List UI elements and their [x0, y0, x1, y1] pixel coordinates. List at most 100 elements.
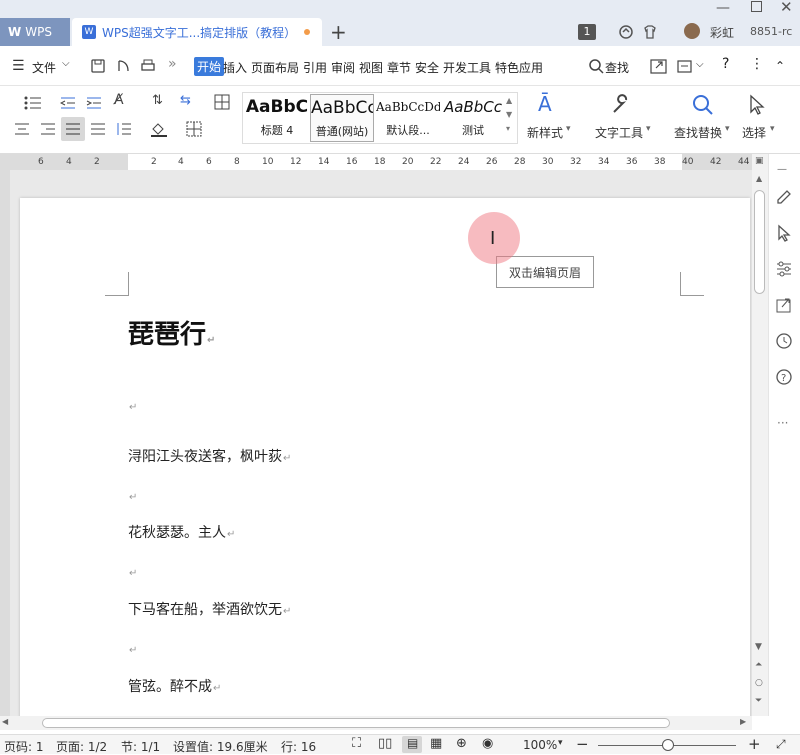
- style-normal-web[interactable]: AaBbCcI 普通(网站): [310, 94, 374, 142]
- skin-icon[interactable]: [642, 24, 658, 40]
- user-name[interactable]: 彩虹: [710, 24, 734, 41]
- prev-page-icon[interactable]: ⏶: [755, 660, 762, 670]
- eye-protection-icon[interactable]: ◉: [482, 736, 493, 751]
- scroll-right-icon[interactable]: ▶: [740, 717, 746, 726]
- align-center-icon[interactable]: [14, 122, 30, 136]
- status-page-count[interactable]: 页面: 1/2: [56, 738, 107, 755]
- select-cursor-icon[interactable]: [748, 94, 768, 116]
- next-page-icon[interactable]: ⏷: [755, 696, 762, 706]
- chevron-down-icon[interactable]: ⌵: [62, 58, 70, 69]
- menu-tab-developer[interactable]: 开发工具: [443, 59, 491, 76]
- document-paragraph[interactable]: 下马客在船，举酒欲饮无↵: [128, 599, 291, 619]
- document-title[interactable]: 琵琶行↵: [128, 314, 215, 351]
- pen-edit-icon[interactable]: [775, 188, 793, 206]
- find-replace-button[interactable]: 查找替换: [674, 124, 722, 141]
- page-view-button[interactable]: ▤: [402, 736, 422, 753]
- close-icon[interactable]: ✕: [780, 0, 793, 16]
- fit-page-icon[interactable]: ⤢: [776, 737, 786, 752]
- bullet-list-icon[interactable]: [24, 96, 42, 110]
- find-replace-icon[interactable]: [692, 94, 714, 116]
- more-panel-icon[interactable]: ···: [777, 416, 788, 430]
- more-options-button[interactable]: ⋮: [750, 56, 764, 72]
- document-paragraph[interactable]: 管弦。醉不成↵: [128, 676, 221, 696]
- history-icon[interactable]: [775, 332, 793, 350]
- vertical-scrollbar[interactable]: ▣ ▲ ▼ ⏶ ○ ⏷: [752, 154, 768, 716]
- shading-fill-icon[interactable]: [150, 121, 168, 137]
- fullscreen-icon[interactable]: ⛶: [352, 736, 361, 751]
- tab-document[interactable]: W WPS超强文字工...搞定排版（教程）: [72, 18, 322, 46]
- border-icon[interactable]: [186, 121, 202, 137]
- share-icon[interactable]: [650, 57, 668, 75]
- browse-object-icon[interactable]: ○: [755, 678, 763, 688]
- empty-paragraph[interactable]: ↵: [128, 488, 137, 504]
- document-paragraph[interactable]: 花秋瑟瑟。主人↵: [128, 522, 235, 542]
- line-wrap-icon[interactable]: ⇆: [180, 93, 191, 108]
- empty-paragraph[interactable]: ↵: [128, 398, 137, 414]
- zoom-in-button[interactable]: +: [748, 735, 761, 753]
- zoom-level[interactable]: 100%: [523, 738, 557, 752]
- search-icon[interactable]: [588, 58, 604, 74]
- export-pdf-icon[interactable]: [116, 58, 132, 74]
- horizontal-scrollbar[interactable]: ◀ ▶: [0, 716, 752, 730]
- style-heading4[interactable]: AaBbC 标题 4: [244, 94, 310, 142]
- collapse-ribbon-icon[interactable]: ⌃: [775, 59, 785, 73]
- settings-sliders-icon[interactable]: [775, 260, 793, 278]
- zoom-out-button[interactable]: −: [576, 735, 589, 753]
- chevron-down-icon[interactable]: ▾: [770, 124, 775, 134]
- status-page-number[interactable]: 页码: 1: [4, 738, 44, 755]
- panel-collapse-icon[interactable]: —: [777, 164, 787, 175]
- scroll-down-icon[interactable]: ▼: [755, 642, 762, 652]
- menu-tab-insert[interactable]: 插入: [223, 59, 247, 76]
- menu-tab-start[interactable]: 开始: [194, 57, 225, 76]
- chevron-down-icon[interactable]: ▾: [558, 738, 563, 748]
- maximize-icon[interactable]: [751, 1, 762, 12]
- align-right-icon[interactable]: [40, 122, 56, 136]
- vertical-ruler[interactable]: [0, 170, 10, 716]
- line-spacing-icon[interactable]: [116, 122, 132, 136]
- new-style-icon[interactable]: Ā: [538, 92, 552, 116]
- help-button[interactable]: ?: [722, 56, 729, 72]
- increase-indent-icon[interactable]: [86, 96, 102, 110]
- chevron-down-icon[interactable]: ▾: [566, 124, 571, 134]
- style-test[interactable]: AaBbCc 测试: [442, 94, 504, 142]
- table-grid-icon[interactable]: [214, 94, 230, 110]
- window-count-badge[interactable]: 1: [578, 24, 596, 40]
- sort-icon[interactable]: ⇅: [152, 93, 163, 108]
- scroll-up-icon[interactable]: ▲: [756, 174, 762, 183]
- more-quick-access[interactable]: »: [168, 56, 177, 72]
- cloud-sync-icon[interactable]: [618, 24, 634, 40]
- empty-paragraph[interactable]: ↵: [128, 641, 137, 657]
- distribute-icon[interactable]: [90, 122, 106, 136]
- zoom-slider-thumb[interactable]: [662, 739, 674, 751]
- text-direction-icon[interactable]: A̸: [114, 92, 124, 108]
- ruler-toggle-icon[interactable]: ▣: [755, 156, 764, 166]
- menu-tab-reference[interactable]: 引用: [303, 59, 327, 76]
- share-icon[interactable]: [775, 296, 793, 314]
- vertical-scroll-thumb[interactable]: [754, 190, 765, 294]
- status-section[interactable]: 节: 1/1: [121, 738, 160, 755]
- align-justify-button[interactable]: [61, 117, 85, 141]
- horizontal-scroll-thumb[interactable]: [42, 718, 670, 728]
- decrease-indent-icon[interactable]: [60, 96, 76, 110]
- select-cursor-icon[interactable]: [775, 224, 793, 242]
- document-paragraph[interactable]: 浔阳江头夜送客，枫叶荻↵: [128, 446, 291, 466]
- menu-tab-chapter[interactable]: 章节: [387, 59, 411, 76]
- chevron-down-icon[interactable]: ▾: [725, 124, 730, 134]
- minimize-icon[interactable]: —: [716, 0, 730, 16]
- tab-wps-home[interactable]: W WPS: [0, 18, 70, 46]
- chevron-down-icon[interactable]: ▾: [646, 124, 651, 134]
- help-icon[interactable]: ?: [775, 368, 793, 386]
- avatar[interactable]: [684, 23, 700, 39]
- horizontal-ruler[interactable]: 6 4 2 2 4 6 8 10 12 14 16 18 20 22 24 26 28 30 32 34 36 38 40 4…: [0, 154, 752, 170]
- menu-tab-review[interactable]: 审阅: [331, 59, 355, 76]
- document-page[interactable]: 双击编辑页眉 I 琵琶行↵ ↵ 浔阳江头夜送客，枫叶荻↵ ↵ 花秋瑟瑟。主人↵ …: [20, 198, 750, 716]
- menu-tab-page-layout[interactable]: 页面布局: [251, 59, 299, 76]
- menu-tab-view[interactable]: 视图: [359, 59, 383, 76]
- scroll-left-icon[interactable]: ◀: [2, 717, 8, 726]
- web-view-icon[interactable]: ⊕: [456, 736, 467, 751]
- chevron-down-icon[interactable]: ⌵: [696, 59, 704, 70]
- menu-tab-special[interactable]: 特色应用: [495, 59, 543, 76]
- style-default-paragraph[interactable]: AaBbCcDd 默认段...: [376, 94, 440, 142]
- outline-view-icon[interactable]: ▦: [430, 736, 442, 751]
- reading-mode-icon[interactable]: ▯▯: [378, 736, 392, 751]
